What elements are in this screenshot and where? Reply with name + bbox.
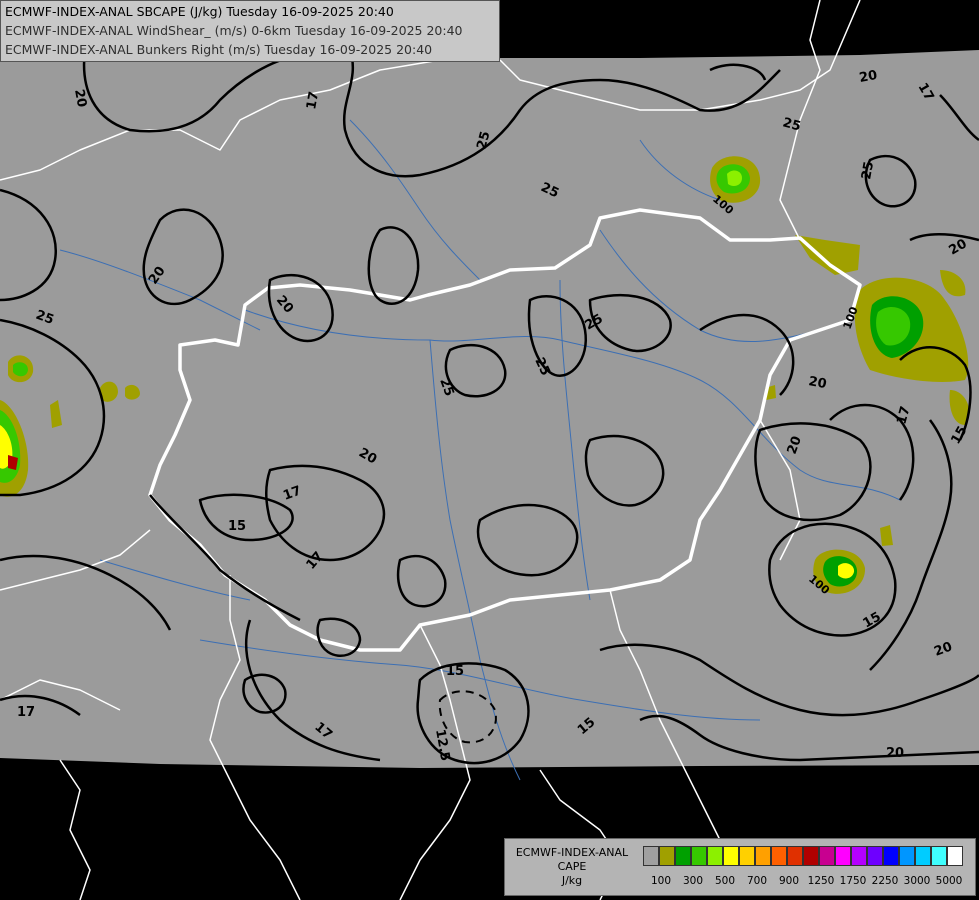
legend-swatch <box>675 846 691 866</box>
title-line-bunkers: ECMWF-INDEX-ANAL Bunkers Right (m/s) Tue… <box>5 42 433 57</box>
legend-swatch <box>835 846 851 866</box>
legend-swatch <box>755 846 771 866</box>
legend-swatch <box>643 846 659 866</box>
legend-swatch <box>867 846 883 866</box>
contour-label: 20 <box>858 68 878 86</box>
data-domain <box>0 50 979 768</box>
legend-swatch <box>659 846 675 866</box>
legend-tick-label: 900 <box>778 875 800 887</box>
legend-swatch <box>707 846 723 866</box>
legend-title-line: ECMWF-INDEX-ANAL <box>515 846 629 859</box>
legend-title: ECMWF-INDEX-ANAL CAPE J/kg <box>507 846 637 888</box>
contour-label: 20 <box>886 746 904 761</box>
legend-swatch <box>691 846 707 866</box>
legend-tick-label: 5000 <box>935 875 963 887</box>
legend-swatch <box>851 846 867 866</box>
contour-label: 20 <box>807 374 827 392</box>
legend-tick-label: 1250 <box>807 875 835 887</box>
legend-title-line: J/kg <box>561 874 583 887</box>
contour-label: 20 <box>71 88 89 108</box>
legend-swatch <box>931 846 947 866</box>
contour-label: 25 <box>859 160 877 180</box>
legend-swatch <box>723 846 739 866</box>
legend-ticks: 100 300 500 700 900 1250 1750 2250 3000 5000 <box>643 875 977 889</box>
legend-swatch <box>819 846 835 866</box>
legend-tick-label: 100 <box>650 875 672 887</box>
legend-swatch <box>787 846 803 866</box>
legend-swatches <box>643 846 963 866</box>
legend-tick-label: 700 <box>746 875 768 887</box>
contour-label: 15 <box>446 664 464 679</box>
legend-tick-label: 1750 <box>839 875 867 887</box>
legend-swatch <box>803 846 819 866</box>
legend-tick-label: 300 <box>682 875 704 887</box>
map-title-box: ECMWF-INDEX-ANAL SBCAPE (J/kg) Tuesday 1… <box>0 0 500 62</box>
cape-area <box>727 170 742 186</box>
cape-legend: ECMWF-INDEX-ANAL CAPE J/kg 100 300 500 700 9… <box>504 838 976 896</box>
title-line-windshear: ECMWF-INDEX-ANAL WindShear_ (m/s) 0-6km … <box>5 23 463 38</box>
legend-swatch <box>883 846 899 866</box>
legend-swatch <box>899 846 915 866</box>
legend-swatch <box>739 846 755 866</box>
contour-label: 17 <box>17 705 35 720</box>
legend-title-line: CAPE <box>557 860 587 873</box>
legend-tick-label: 2250 <box>871 875 899 887</box>
contour-label: 15 <box>228 519 246 534</box>
legend-swatch <box>947 846 963 866</box>
legend-swatch <box>915 846 931 866</box>
legend-swatch <box>771 846 787 866</box>
title-line-sbcape: ECMWF-INDEX-ANAL SBCAPE (J/kg) Tuesday 1… <box>5 4 394 19</box>
legend-tick-label: 3000 <box>903 875 931 887</box>
weather-map: 20 17 25 25 20 17 25 25 20 25 25 25 25 2… <box>0 0 979 900</box>
legend-tick-label: 500 <box>714 875 736 887</box>
contour-label: 17 <box>304 90 322 110</box>
